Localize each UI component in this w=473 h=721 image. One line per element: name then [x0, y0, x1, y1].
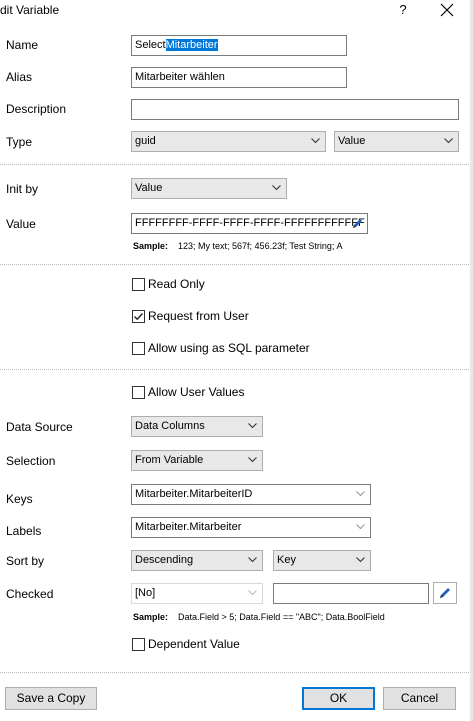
chevron-down-icon: [248, 423, 257, 429]
description-input[interactable]: [131, 99, 459, 120]
sql-parameter-checkbox[interactable]: [132, 342, 145, 355]
title-bar: dit Variable ?: [0, 0, 473, 22]
labels-value: Mitarbeiter.Mitarbeiter: [135, 521, 242, 533]
dependent-value-label: Dependent Value: [148, 637, 240, 651]
alias-input[interactable]: Mitarbeiter wählen: [131, 67, 347, 88]
chevron-down-icon: [356, 524, 365, 530]
chevron-down-icon: [248, 590, 257, 596]
separator: [0, 264, 473, 265]
keys-value: Mitarbeiter.MitarbeiterID: [135, 488, 253, 500]
cancel-button[interactable]: Cancel: [383, 687, 456, 710]
chevron-down-icon: [356, 491, 365, 497]
sample-text: 123; My text; 567f; 456.23f; Test String…: [178, 241, 343, 251]
value-label: Value: [6, 217, 36, 231]
window-title: dit Variable: [0, 3, 60, 17]
sample-label: Sample:: [133, 241, 169, 251]
initby-dropdown[interactable]: Value: [131, 178, 287, 199]
value-sample: Sample: 123; My text; 567f; 456.23f; Test…: [133, 241, 342, 252]
labels-label: Labels: [6, 524, 42, 538]
chevron-down-icon: [311, 138, 320, 144]
read-only-checkbox[interactable]: [132, 278, 145, 291]
type-kind-value: Value: [338, 135, 366, 147]
sortby-value: Descending: [135, 554, 194, 566]
separator: [0, 164, 473, 165]
sample-label: Sample:: [133, 612, 169, 622]
checked-expression-input[interactable]: [273, 583, 429, 604]
checkmark-icon: [134, 313, 144, 321]
request-from-user-checkbox[interactable]: [132, 310, 145, 323]
sortby-field-dropdown[interactable]: Key: [273, 550, 371, 571]
labels-dropdown[interactable]: Mitarbeiter.Mitarbeiter: [131, 517, 371, 538]
read-only-label: Read Only: [148, 277, 205, 291]
allow-user-values-label: Allow User Values: [148, 385, 245, 399]
pencil-icon: [440, 588, 450, 598]
name-value-plain: Select: [135, 39, 166, 51]
selection-dropdown[interactable]: From Variable: [131, 450, 263, 471]
data-source-label: Data Source: [6, 420, 73, 434]
checked-sample: Sample: Data.Field > 5; Data.Field == "AB…: [133, 612, 385, 623]
description-label: Description: [6, 102, 67, 116]
type-label: Type: [6, 135, 33, 149]
type-value: guid: [135, 135, 156, 147]
separator: [0, 369, 473, 370]
sql-parameter-label: Allow using as SQL parameter: [148, 341, 310, 355]
close-icon: [440, 3, 454, 17]
selection-label: Selection: [6, 454, 56, 468]
ok-button[interactable]: OK: [302, 687, 375, 710]
sortby-dropdown[interactable]: Descending: [131, 550, 263, 571]
chevron-down-icon: [248, 557, 257, 563]
initby-value: Value: [135, 182, 163, 194]
sortby-field-value: Key: [277, 554, 296, 566]
type-dropdown[interactable]: guid: [131, 131, 326, 152]
type-kind-dropdown[interactable]: Value: [334, 131, 459, 152]
alias-label: Alias: [6, 70, 33, 84]
selection-value: From Variable: [135, 454, 204, 466]
help-button[interactable]: ?: [391, 0, 415, 20]
separator: [0, 672, 473, 673]
value-input[interactable]: FFFFFFFF-FFFF-FFFF-FFFF-FFFFFFFFFFFF: [131, 213, 368, 234]
checked-label: Checked: [6, 587, 54, 601]
close-button[interactable]: [433, 0, 461, 20]
sample-text: Data.Field > 5; Data.Field == "ABC"; Dat…: [178, 612, 385, 622]
value-text: FFFFFFFF-FFFF-FFFF-FFFF-FFFFFFFFFFFF: [135, 217, 365, 229]
name-label: Name: [6, 38, 39, 52]
checked-dropdown[interactable]: [No]: [131, 583, 263, 604]
chevron-down-icon: [248, 457, 257, 463]
edit-expression-button[interactable]: [433, 582, 457, 604]
keys-dropdown[interactable]: Mitarbeiter.MitarbeiterID: [131, 484, 371, 505]
data-source-dropdown[interactable]: Data Columns: [131, 416, 263, 437]
chevron-down-icon: [444, 138, 453, 144]
chevron-down-icon: [356, 557, 365, 563]
sortby-label: Sort by: [6, 554, 45, 568]
chevron-down-icon: [272, 185, 281, 191]
save-copy-button[interactable]: Save a Copy: [5, 687, 97, 710]
checked-value: [No]: [135, 587, 156, 599]
allow-user-values-checkbox[interactable]: [132, 386, 145, 399]
name-input[interactable]: SelectMitarbeiter: [131, 35, 347, 56]
dependent-value-checkbox[interactable]: [132, 638, 145, 651]
pencil-icon[interactable]: [351, 217, 364, 230]
data-source-value: Data Columns: [135, 420, 205, 432]
initby-label: Init by: [6, 182, 39, 196]
keys-label: Keys: [6, 492, 33, 506]
request-from-user-label: Request from User: [148, 309, 249, 323]
name-value-selected: Mitarbeiter: [165, 39, 218, 51]
